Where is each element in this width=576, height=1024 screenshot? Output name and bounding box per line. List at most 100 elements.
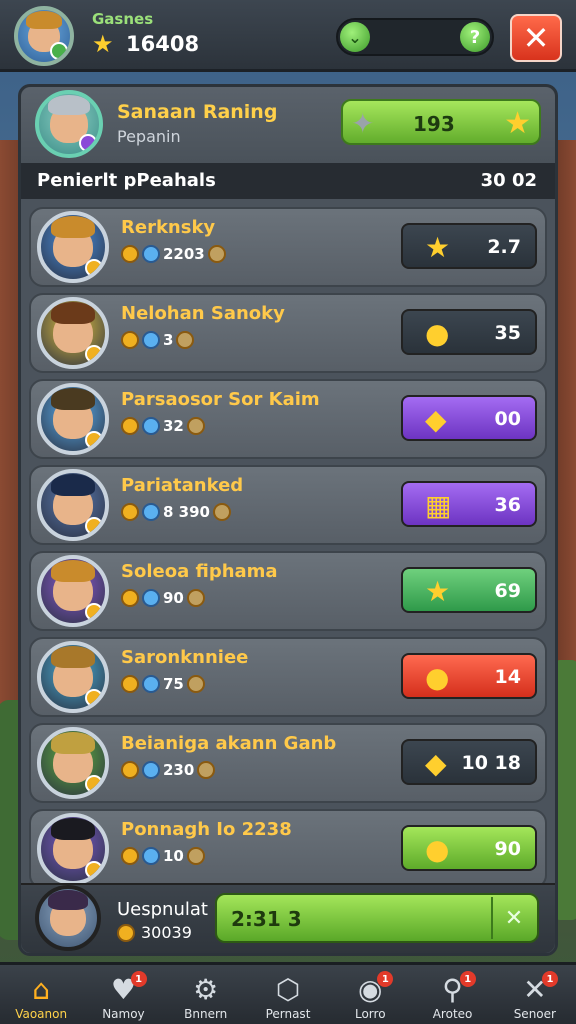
player-stats-value: 75 <box>163 675 184 693</box>
nav-label: Namoy <box>102 1007 145 1021</box>
gem-icon <box>142 675 160 693</box>
player-avatar <box>37 555 109 627</box>
gem-icon <box>142 331 160 349</box>
nav-item[interactable]: ⌂ Vaoanon <box>0 965 82 1024</box>
player-stats-value: 230 <box>163 761 195 779</box>
notification-badge: 1 <box>459 971 476 987</box>
claim-progress-bar[interactable]: 2:31 3 ✕ <box>215 893 539 943</box>
player-stats-value: 2203 <box>163 245 205 263</box>
player-avatar <box>37 641 109 713</box>
player-stats: 90 <box>121 589 205 607</box>
token-icon <box>197 761 216 779</box>
leaderboard-row[interactable]: Soleoa fiphama 90 ★ 69 <box>29 551 547 631</box>
coin-icon <box>121 761 139 779</box>
player-score: 16408 <box>126 32 200 56</box>
leaderboard-row[interactable]: Rerknsky 2203 ★ 2.7 <box>29 207 547 287</box>
home-icon: ⌂ <box>32 973 51 1006</box>
player-name: Rerknsky <box>121 217 216 238</box>
player-name: Saronknniee <box>121 647 249 668</box>
my-position-name: Uespnulat <box>117 899 208 920</box>
reward-icon: ★ <box>425 231 451 264</box>
player-name: Soleoa fiphama <box>121 561 278 582</box>
player-score-pill[interactable]: ◆ 10 18 <box>401 739 537 785</box>
my-position-score-value: 30039 <box>141 923 192 942</box>
player-avatar[interactable] <box>14 6 74 66</box>
leaderboard-row[interactable]: Pariatanked 8 390 ▦ 36 <box>29 465 547 545</box>
player-stats: 10 <box>121 847 205 865</box>
player-score-pill[interactable]: ● 14 <box>401 653 537 699</box>
close-icon[interactable]: ✕ <box>491 897 535 939</box>
gem-icon <box>142 503 160 521</box>
coin-icon <box>121 847 139 865</box>
player-name: Ponnagh Io 2238 <box>121 819 292 840</box>
leaderboard-row[interactable]: Nelohan Sanoky 3 ● 35 <box>29 293 547 373</box>
player-name: Pariatanked <box>121 475 244 496</box>
rank-badge-icon <box>85 775 103 793</box>
shield-icon: ⬡ <box>275 973 301 1006</box>
my-ranking-row[interactable]: Sanaan Raning Pepanin ✦ 193 ★ <box>21 87 555 163</box>
player-score-pill[interactable]: ● 35 <box>401 309 537 355</box>
player-score-pill[interactable]: ◆ 00 <box>401 395 537 441</box>
help-icon[interactable]: ? <box>460 22 490 52</box>
player-stats: 2203 <box>121 245 226 263</box>
token-icon <box>212 503 231 521</box>
player-score-pill[interactable]: ★ 69 <box>401 567 537 613</box>
player-name: Parsaosor Sor Kaim <box>121 389 320 410</box>
leaderboard-row[interactable]: Saronknniee 75 ● 14 <box>29 637 547 717</box>
nav-item[interactable]: ⚲ Aroteo 1 <box>411 965 493 1024</box>
top-progress-bar[interactable]: ⌄ ? <box>336 18 494 56</box>
my-score-button[interactable]: ✦ 193 ★ <box>341 99 541 145</box>
nav-label: Aroteo <box>432 1007 473 1021</box>
section-title: Penierlt pPeahals <box>37 170 216 191</box>
claim-progress-value: 2:31 3 <box>231 907 302 931</box>
star-icon: ★ <box>92 30 114 58</box>
close-button[interactable]: ✕ <box>510 14 562 62</box>
gem-icon <box>142 417 160 435</box>
player-score-value: 2.7 <box>487 236 521 258</box>
player-stats: 8 390 <box>121 503 231 521</box>
leaderboard-row[interactable]: Beianiga akann Ganb 230 ◆ 10 18 <box>29 723 547 803</box>
avatar-face <box>47 889 89 936</box>
close-icon: ✕ <box>522 19 550 57</box>
leaderboard-row[interactable]: Parsaosor Sor Kaim 32 ◆ 00 <box>29 379 547 459</box>
reward-icon: ★ <box>425 575 451 608</box>
reward-icon: ◆ <box>425 403 447 436</box>
nav-item[interactable]: ✕ Senoer 1 <box>494 965 576 1024</box>
player-avatar <box>37 727 109 799</box>
nav-item[interactable]: ♥ Namoy 1 <box>82 965 164 1024</box>
gem-icon <box>142 589 160 607</box>
coin-icon <box>121 245 139 263</box>
player-stats-value: 3 <box>163 331 174 349</box>
player-score-pill[interactable]: ★ 2.7 <box>401 223 537 269</box>
rank-badge-icon <box>85 431 103 449</box>
rank-badge-icon <box>79 134 97 152</box>
my-position-avatar <box>35 885 101 951</box>
my-position-bar[interactable]: Uespnulat 30039 2:31 3 ✕ <box>21 883 555 953</box>
rank-badge-icon <box>85 861 103 879</box>
player-name: Nelohan Sanoky <box>121 303 285 324</box>
wing-icon: ✦ <box>351 107 375 140</box>
nav-label: Pernast <box>265 1007 311 1021</box>
my-position-score: 30039 <box>117 923 192 942</box>
token-icon <box>186 589 205 607</box>
coin-icon <box>121 331 139 349</box>
notification-badge: 1 <box>377 971 394 987</box>
chevron-down-icon[interactable]: ⌄ <box>340 22 370 52</box>
top-bar: Gasnes ★ 16408 ⌄ ? ✕ <box>0 0 576 72</box>
player-stats: 75 <box>121 675 205 693</box>
player-score-pill[interactable]: ● 90 <box>401 825 537 871</box>
nav-item[interactable]: ◉ Lorro 1 <box>329 965 411 1024</box>
nav-item[interactable]: ⬡ Pernast <box>247 965 329 1024</box>
token-icon <box>186 417 205 435</box>
coin-icon <box>117 923 135 942</box>
reward-icon: ● <box>425 317 450 350</box>
player-stats-value: 32 <box>163 417 184 435</box>
player-score-pill[interactable]: ▦ 36 <box>401 481 537 527</box>
notification-badge: 1 <box>130 971 147 987</box>
gear-icon: ⚙ <box>193 973 219 1006</box>
leaderboard-row[interactable]: Ponnagh Io 2238 10 ● 90 <box>29 809 547 889</box>
player-score-value: 36 <box>494 494 521 516</box>
nav-item[interactable]: ⚙ Bnnern <box>165 965 247 1024</box>
section-header: Penierlt pPeahals 30 02 <box>21 163 555 199</box>
player-name: Beianiga akann Ganb <box>121 733 337 754</box>
